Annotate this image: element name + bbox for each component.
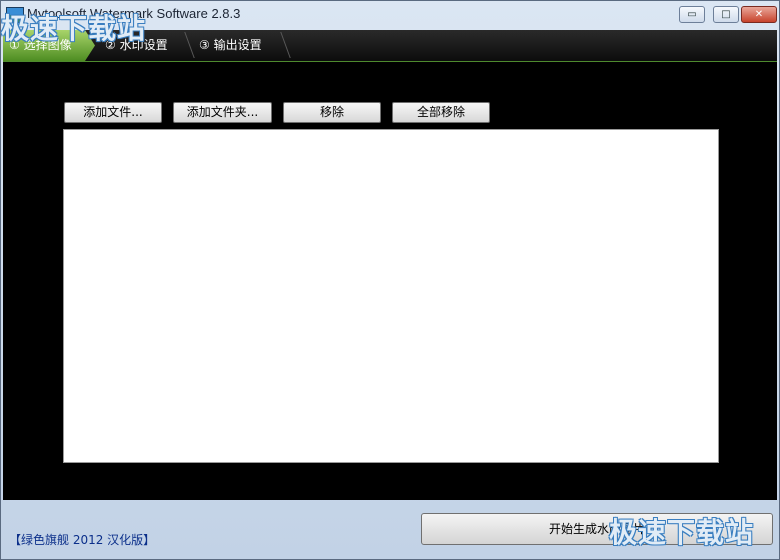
minimize-button[interactable]: ▭: [679, 6, 705, 23]
edition-label[interactable]: 【绿色旗舰 2012 汉化版】: [9, 531, 155, 548]
remove-all-button[interactable]: 全部移除: [392, 102, 490, 123]
close-button[interactable]: ✕: [741, 6, 777, 23]
maximize-button[interactable]: □: [713, 6, 739, 23]
site-watermark: 极速下载站: [1, 12, 147, 45]
add-folder-button[interactable]: 添加文件夹...: [173, 102, 272, 123]
image-file-list[interactable]: [63, 129, 719, 463]
main-panel: 添加文件... 添加文件夹... 移除 全部移除: [3, 62, 777, 500]
site-watermark: 极速下载站: [609, 516, 755, 549]
app-window: Mytoolsoft Watermark Software 2.8.3 ▭ □ …: [0, 0, 780, 560]
add-files-button[interactable]: 添加文件...: [64, 102, 162, 123]
remove-button[interactable]: 移除: [283, 102, 381, 123]
